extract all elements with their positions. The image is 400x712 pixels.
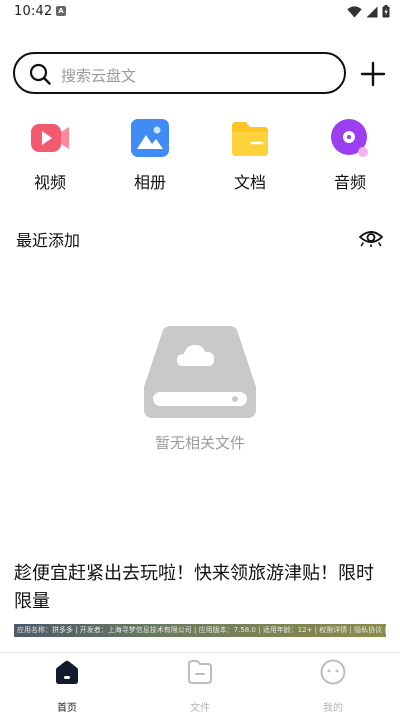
video-icon [31, 124, 69, 152]
status-icons [347, 5, 390, 18]
nav-label: 我的 [323, 703, 343, 712]
category-document[interactable]: 文档 [220, 118, 280, 193]
nav-label: 首页 [57, 703, 77, 712]
album-icon [131, 119, 169, 157]
nav-label: 文件 [190, 703, 210, 712]
audio-icon [331, 119, 368, 157]
status-time: 10:42 [14, 4, 53, 19]
category-audio[interactable]: 音频 [320, 118, 380, 193]
empty-text: 暂无相关文件 [154, 434, 245, 452]
category-grid: 视频 相册 文档 音频 [0, 118, 400, 193]
eye-icon[interactable] [359, 227, 383, 247]
bottom-nav: 首页 文件 我的 [0, 652, 400, 712]
category-label: 文档 [233, 173, 266, 192]
category-label: 相册 [133, 173, 166, 192]
notification-icon: A [56, 6, 66, 16]
signal-icon [366, 6, 378, 17]
promo-ad[interactable]: 趁便宜赶紧出去玩啦！快来领旅游津贴！限时限量 应用名称：拼多多 | 开发者：上海… [14, 560, 386, 637]
promo-banner[interactable]: 应用名称：拼多多 | 开发者：上海寻梦信息技术有限公司 | 应用版本：7.58.… [14, 624, 386, 637]
recent-title: 最近添加 [16, 231, 81, 250]
category-album[interactable]: 相册 [120, 118, 180, 193]
nav-profile[interactable]: 我的 [293, 659, 373, 712]
files-icon [188, 660, 212, 684]
profile-icon [320, 659, 346, 685]
nav-home[interactable]: 首页 [27, 659, 107, 712]
promo-title[interactable]: 趁便宜赶紧出去玩啦！快来领旅游津贴！限时限量 [14, 560, 386, 616]
category-label: 视频 [33, 173, 66, 192]
empty-drive-icon [144, 326, 256, 418]
battery-icon [382, 5, 390, 18]
recent-header: 最近添加 [0, 224, 400, 250]
nav-files[interactable]: 文件 [160, 659, 240, 712]
search-row: 搜索云盘文 [0, 52, 400, 96]
promo-banner-text: 应用名称：拼多多 | 开发者：上海寻梦信息技术有限公司 | 应用版本：7.58.… [17, 626, 386, 634]
category-video[interactable]: 视频 [20, 118, 80, 193]
category-label: 音频 [333, 173, 366, 192]
document-icon [232, 122, 268, 156]
home-icon [56, 660, 78, 684]
search-icon [29, 63, 51, 85]
add-icon[interactable] [360, 61, 386, 87]
search-placeholder: 搜索云盘文 [61, 67, 137, 85]
search-input[interactable]: 搜索云盘文 [13, 52, 346, 94]
status-bar: 10:42 A [0, 0, 400, 24]
wifi-icon [347, 5, 362, 17]
